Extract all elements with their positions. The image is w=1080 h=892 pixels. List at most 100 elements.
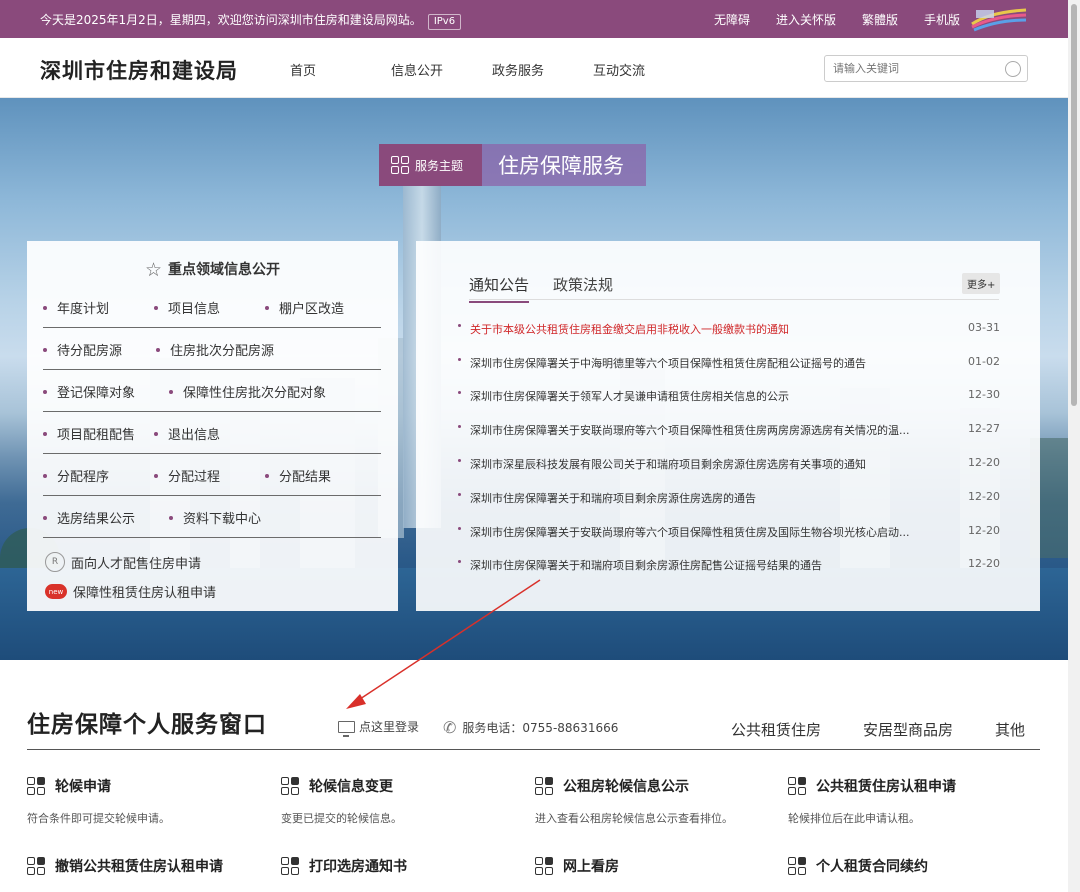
scrollbar-thumb[interactable] — [1071, 4, 1077, 406]
service-phone-text: 服务电话：0755-88631666 — [462, 721, 619, 735]
news-title[interactable]: 深圳市住房保障署关于和瑞府项目剩余房源住房选房的通告 — [470, 490, 940, 506]
news-item[interactable]: 深圳市住房保障署关于和瑞府项目剩余房源住房选房的通告 12-20 — [458, 487, 1000, 507]
bullet — [458, 459, 461, 462]
grid-icon — [535, 857, 553, 875]
news-item[interactable]: 深圳市住房保障署关于领军人才吴谦申请租赁住房相关信息的公示 12-30 — [458, 385, 1000, 405]
key-info-row: 年度计划 项目信息 棚户区改造 — [43, 286, 381, 328]
search-input[interactable] — [825, 56, 995, 81]
news-date: 01-02 — [968, 355, 1000, 368]
link-selection-results[interactable]: 选房结果公示 — [43, 508, 135, 527]
service-name[interactable]: 轮候信息变更 — [309, 776, 393, 796]
service-item[interactable]: 公租房轮候信息公示 进入查看公租房轮候信息公示查看排位。 — [535, 776, 765, 826]
news-date: 12-20 — [968, 490, 1000, 503]
news-item[interactable]: 关于市本级公共租赁住房租金缴交启用非税收入一般缴款书的通知 03-31 — [458, 318, 1000, 338]
nav-home[interactable]: 首页 — [290, 60, 391, 79]
news-title[interactable]: 深圳市住房保障署关于和瑞府项目剩余房源住房配售公证摇号结果的通告 — [470, 557, 940, 573]
bullet — [458, 324, 461, 327]
page-scrollbar[interactable] — [1068, 0, 1080, 892]
link-annual-plan[interactable]: 年度计划 — [43, 298, 109, 317]
more-button[interactable]: 更多+ — [962, 273, 1001, 294]
bullet — [458, 527, 461, 530]
care-version-link[interactable]: 进入关怀版 — [776, 11, 836, 28]
talent-housing-apply-link[interactable]: R 面向人才配售住房申请 — [45, 552, 201, 572]
service-name[interactable]: 公租房轮候信息公示 — [563, 776, 689, 796]
service-item[interactable]: 公共租赁住房认租申请 轮候排位后在此申请认租。 — [788, 776, 1018, 826]
news-title[interactable]: 深圳市住房保障署关于安联尚璟府等六个项目保障性租赁住房及国际生物谷坝光核心启动.… — [470, 524, 940, 540]
news-title[interactable]: 深圳市住房保障署关于领军人才吴谦申请租赁住房相关信息的公示 — [470, 388, 940, 404]
grid-icon — [788, 777, 806, 795]
service-item[interactable]: 网上看房 — [535, 856, 765, 876]
service-desc: 轮候排位后在此申请认租。 — [788, 812, 920, 825]
link-registered-recipients[interactable]: 登记保障对象 — [43, 382, 135, 401]
link-shantytown-renovation[interactable]: 棚户区改造 — [265, 298, 344, 317]
news-item[interactable]: 深圳市住房保障署关于中海明德里等六个项目保障性租赁住房配租公证摇号的通告 01-0… — [458, 352, 1000, 372]
service-window-title: 住房保障个人服务窗口 — [27, 712, 267, 738]
link-allocation-process[interactable]: 分配过程 — [154, 466, 220, 485]
grid-icon — [281, 857, 299, 875]
tab-public-rental[interactable]: 公共租赁住房 — [731, 719, 821, 740]
traditional-chinese-link[interactable]: 繁體版 — [862, 11, 898, 28]
key-info-title-text: 重点领域信息公开 — [168, 262, 281, 278]
category-divider — [27, 749, 1040, 750]
grid-icon — [391, 156, 409, 174]
rental-housing-apply-link[interactable]: new 保障性租赁住房认租申请 — [45, 582, 216, 601]
link-project-info[interactable]: 项目信息 — [154, 298, 220, 317]
service-theme-tag: 服务主题 住房保障服务 — [379, 144, 646, 186]
tab-other[interactable]: 其他 — [995, 719, 1025, 740]
link-pending-housing[interactable]: 待分配房源 — [43, 340, 122, 359]
service-name[interactable]: 打印选房通知书 — [309, 856, 407, 876]
link-rental-sales[interactable]: 项目配租配售 — [43, 424, 135, 443]
link-download-center[interactable]: 资料下载中心 — [169, 508, 261, 527]
news-title[interactable]: 深圳市深星辰科技发展有限公司关于和瑞府项目剩余房源住房选房有关事项的通知 — [470, 456, 940, 472]
key-info-row: 登记保障对象 保障性住房批次分配对象 — [43, 370, 381, 412]
service-name[interactable]: 轮候申请 — [55, 776, 111, 796]
news-date: 12-20 — [968, 557, 1000, 570]
news-date: 12-30 — [968, 388, 1000, 401]
bullet — [458, 425, 461, 428]
tab-affordable-commercial[interactable]: 安居型商品房 — [863, 719, 953, 740]
accessibility-link[interactable]: 无障碍 — [714, 11, 750, 28]
phone-icon: ✆ — [443, 718, 457, 737]
service-item[interactable]: 撤销公共租赁住房认租申请 — [27, 856, 257, 876]
news-item[interactable]: 深圳市住房保障署关于安联尚璟府等六个项目保障性租赁住房两房房源选房有关情况的温.… — [458, 419, 1000, 439]
news-item[interactable]: 深圳市深星辰科技发展有限公司关于和瑞府项目剩余房源住房选房有关事项的通知 12-2… — [458, 453, 1000, 473]
welcome-message: 今天是2025年1月2日，星期四，欢迎您访问深圳市住房和建设局网站。 — [40, 13, 422, 27]
talent-housing-apply-text: 面向人才配售住房申请 — [71, 556, 202, 572]
theme-title: 住房保障服务 — [482, 144, 646, 186]
service-item[interactable]: 个人租赁合同续约 — [788, 856, 1018, 876]
service-item[interactable]: 轮候信息变更 变更已提交的轮候信息。 — [281, 776, 511, 826]
login-link[interactable]: 点这里登录 — [338, 718, 419, 737]
key-info-row: 分配程序 分配过程 分配结果 — [43, 454, 381, 496]
theme-label: 服务主题 — [379, 144, 482, 186]
news-title[interactable]: 深圳市住房保障署关于安联尚璟府等六个项目保障性租赁住房两房房源选房有关情况的温.… — [470, 422, 940, 438]
news-title[interactable]: 关于市本级公共租赁住房租金缴交启用非税收入一般缴款书的通知 — [470, 321, 940, 337]
nav-gov-services[interactable]: 政务服务 — [492, 60, 593, 79]
mobile-version-link[interactable]: 手机版 — [924, 11, 960, 28]
news-panel: 通知公告 政策法规 更多+ 关于市本级公共租赁住房租金缴交启用非税收入一般缴款书… — [416, 241, 1040, 611]
site-title[interactable]: 深圳市住房和建设局 — [40, 55, 238, 85]
nav-interaction[interactable]: 互动交流 — [593, 60, 694, 79]
news-date: 12-20 — [968, 524, 1000, 537]
news-item[interactable]: 深圳市住房保障署关于和瑞府项目剩余房源住房配售公证摇号结果的通告 12-20 — [458, 554, 1000, 574]
service-name[interactable]: 网上看房 — [563, 856, 619, 876]
document-icon: R — [45, 552, 65, 572]
link-batch-housing[interactable]: 住房批次分配房源 — [156, 340, 274, 359]
nav-info-disclosure[interactable]: 信息公开 — [391, 60, 492, 79]
service-item[interactable]: 轮候申请 符合条件即可提交轮候申请。 — [27, 776, 257, 826]
link-allocation-procedure[interactable]: 分配程序 — [43, 466, 109, 485]
service-name[interactable]: 撤销公共租赁住房认租申请 — [55, 856, 223, 876]
search-box — [824, 55, 1028, 82]
news-item[interactable]: 深圳市住房保障署关于安联尚璟府等六个项目保障性租赁住房及国际生物谷坝光核心启动.… — [458, 521, 1000, 541]
link-batch-recipients[interactable]: 保障性住房批次分配对象 — [169, 382, 326, 401]
news-title[interactable]: 深圳市住房保障署关于中海明德里等六个项目保障性租赁住房配租公证摇号的通告 — [470, 355, 940, 371]
service-name[interactable]: 个人租赁合同续约 — [816, 856, 928, 876]
service-name[interactable]: 公共租赁住房认租申请 — [816, 776, 956, 796]
key-info-panel: ☆ 重点领域信息公开 年度计划 项目信息 棚户区改造 待分配房源 住房批次分配房源… — [27, 241, 398, 611]
link-exit-info[interactable]: 退出信息 — [154, 424, 220, 443]
link-allocation-result[interactable]: 分配结果 — [265, 466, 331, 485]
news-date: 12-20 — [968, 456, 1000, 469]
ipv6-badge: IPv6 — [427, 14, 462, 30]
service-item[interactable]: 打印选房通知书 — [281, 856, 511, 876]
search-icon[interactable] — [1005, 61, 1021, 77]
bullet — [458, 358, 461, 361]
